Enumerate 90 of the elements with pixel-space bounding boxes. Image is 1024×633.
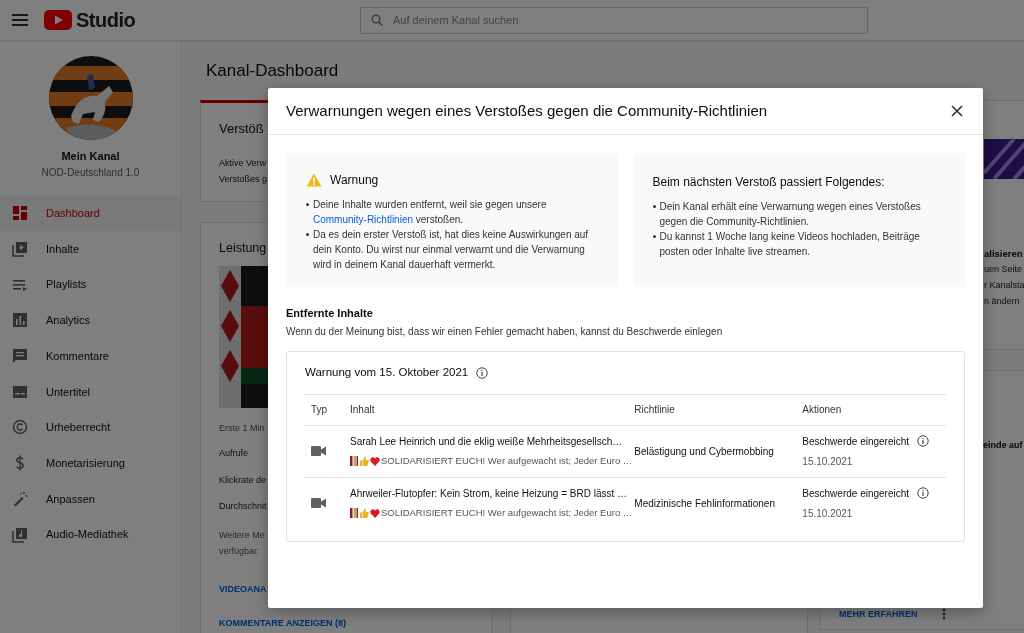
music-library-icon xyxy=(12,526,28,543)
card-title: Leistung xyxy=(219,240,267,257)
copyright-icon xyxy=(12,419,28,436)
comment-icon xyxy=(12,348,28,365)
bullet-text: Dein Kanal erhält eine Verwarnung wegen eines Verstoßes gegen die Community-Richtlinien. xyxy=(659,200,922,229)
more-icon xyxy=(941,608,946,621)
subtitles-icon xyxy=(12,383,28,400)
search-field[interactable]: Auf deinem Kanal suchen xyxy=(360,6,868,34)
card-title: Verstöß xyxy=(219,120,264,138)
bullet-text: Du kannst 1 Woche lang keine Videos hochladen, Beiträge posten oder Inhalte live streamen. xyxy=(659,230,921,259)
video-camera-icon xyxy=(311,498,326,509)
dialog-title: Verwarnungen wegen eines Verstoßes gegen die Community-Richtlinien xyxy=(286,100,768,121)
column-header: Richtlinie xyxy=(633,394,802,425)
community-guidelines-link[interactable]: Community-Richtlinien xyxy=(313,214,414,225)
link[interactable]: VIDEOANA xyxy=(219,582,267,597)
card-text: n ändern xyxy=(984,295,1020,309)
flag-icon xyxy=(350,456,358,466)
appeal-date: 15.10.2021 xyxy=(802,454,853,469)
warning-icon xyxy=(306,173,322,187)
table-cell: Belästigung und Cybermobbing xyxy=(633,425,802,477)
card-text: verfügbar. xyxy=(219,544,260,558)
section-heading: Entfernte Inhalte xyxy=(286,306,374,321)
card-text: r Kanalsta xyxy=(984,279,1024,293)
metric-label: Klickrate de xyxy=(219,473,267,487)
card-title: alisieren xyxy=(984,247,1023,261)
video-description: SOLIDARISIERT EUCH! Wer aufgewacht ist; Jeder Euro … xyxy=(381,506,633,521)
column-header: Typ xyxy=(305,394,349,425)
video-title[interactable]: Sarah Lee Heinrich und die eklig weiße Mehrheitsgesellsch… xyxy=(350,433,623,449)
sidebar-item[interactable]: Anpassen xyxy=(0,481,181,517)
sidebar-item[interactable]: Inhalte xyxy=(0,231,181,267)
sidebar-item[interactable]: Audio-Mediathek xyxy=(0,516,181,553)
dashboard-icon xyxy=(12,205,28,222)
appeal-status: Beschwerde eingereicht xyxy=(802,434,910,449)
sidebar-item[interactable]: Dashboard xyxy=(0,195,181,232)
bullet-dot xyxy=(306,233,309,236)
sidebar-item[interactable]: Analytics xyxy=(0,302,181,339)
video-title[interactable]: Ahrweiler-Flutopfer: Kein Strom, keine Heizung = BRD lässt … xyxy=(350,486,628,502)
card-text: Erste 1 Min xyxy=(219,421,265,435)
thumbs-up-icon xyxy=(359,456,369,466)
sidebar-item[interactable]: Urheberrecht xyxy=(0,409,181,446)
metric-label: Aufrufe xyxy=(219,447,249,461)
bullet-dot xyxy=(306,203,309,206)
card-text: uen Seite xyxy=(984,263,1023,277)
column-header: Aktionen xyxy=(801,394,946,425)
sidebar-item[interactable]: Kommentare xyxy=(0,338,181,374)
sidebar-item[interactable]: Monetarisierung xyxy=(0,445,181,481)
channel-name: NOD-Deutschland 1.0 xyxy=(40,165,141,180)
info-icon xyxy=(917,487,930,500)
sidebar-item[interactable]: Playlists xyxy=(0,266,181,303)
thumbs-up-icon xyxy=(359,508,369,519)
bullet-dot xyxy=(652,235,656,238)
appeal-date: 15.10.2021 xyxy=(802,506,853,521)
close-button[interactable] xyxy=(949,103,965,119)
metric-label: Durchschnit xyxy=(219,500,267,514)
info-icon xyxy=(917,435,930,447)
magic-wand-icon xyxy=(12,490,28,507)
section-description: Wenn du der Meinung bist, dass wir einen Fehler gemacht haben, kannst du Beschwerde einlegen xyxy=(286,324,724,339)
table-cell: Medizinische Fehlinformationen xyxy=(633,477,802,529)
column-header: Inhalt xyxy=(349,394,634,425)
learn-more-link[interactable]: MEHR ERFAHREN xyxy=(839,607,918,621)
bar-chart-icon xyxy=(12,312,28,329)
panel-heading: Warnung xyxy=(330,172,379,189)
video-description: SOLIDARISIERT EUCH! Wer aufgewacht ist; Jeder Euro … xyxy=(381,453,633,468)
video-camera-icon xyxy=(311,446,326,456)
menu-icon xyxy=(12,14,28,26)
card-text: Aktive Verw xyxy=(219,156,267,170)
bullet-text: Da es dein erster Verstoß ist, hat dies keine Auswirkungen auf dein Konto. Du wirst nur einmal verwarnt und die Verwarnung wird in deinem Kanal dauerhaft vermerkt. xyxy=(313,228,590,272)
search-icon xyxy=(371,14,383,26)
info-icon xyxy=(476,366,489,379)
heart-icon xyxy=(370,456,380,466)
card-title: einde auf xyxy=(983,439,1023,452)
logo-text: Studio xyxy=(76,8,136,33)
link[interactable]: KOMMENTARE ANZEIGEN (8) xyxy=(219,617,346,631)
heart-icon xyxy=(370,508,380,518)
bullet-dot xyxy=(652,205,656,208)
menu-button[interactable] xyxy=(12,14,28,26)
bullet-text: Deine Inhalte wurden entfernt, weil sie gegen unsere Community-Richtlinien verstoßen. xyxy=(313,198,548,227)
panel-heading: Beim nächsten Verstoß passiert Folgendes: xyxy=(652,174,886,191)
flag-icon xyxy=(350,508,358,519)
play-logo-icon xyxy=(44,10,72,30)
card-text: Verstoßes g xyxy=(219,172,268,186)
appeal-status: Beschwerde eingereicht xyxy=(802,486,910,501)
search-input[interactable]: Auf deinem Kanal suchen xyxy=(393,11,857,29)
video-library-icon xyxy=(12,241,28,258)
sidebar-item[interactable]: Untertitel xyxy=(0,373,181,410)
page-title: Kanal-Dashboard xyxy=(206,60,339,82)
close-icon xyxy=(951,105,963,117)
card-text: Weitere Me xyxy=(219,528,265,542)
strike-title: Warnung vom 15. Oktober 2021 xyxy=(305,364,469,380)
channel-title: Mein Kanal xyxy=(60,149,121,164)
